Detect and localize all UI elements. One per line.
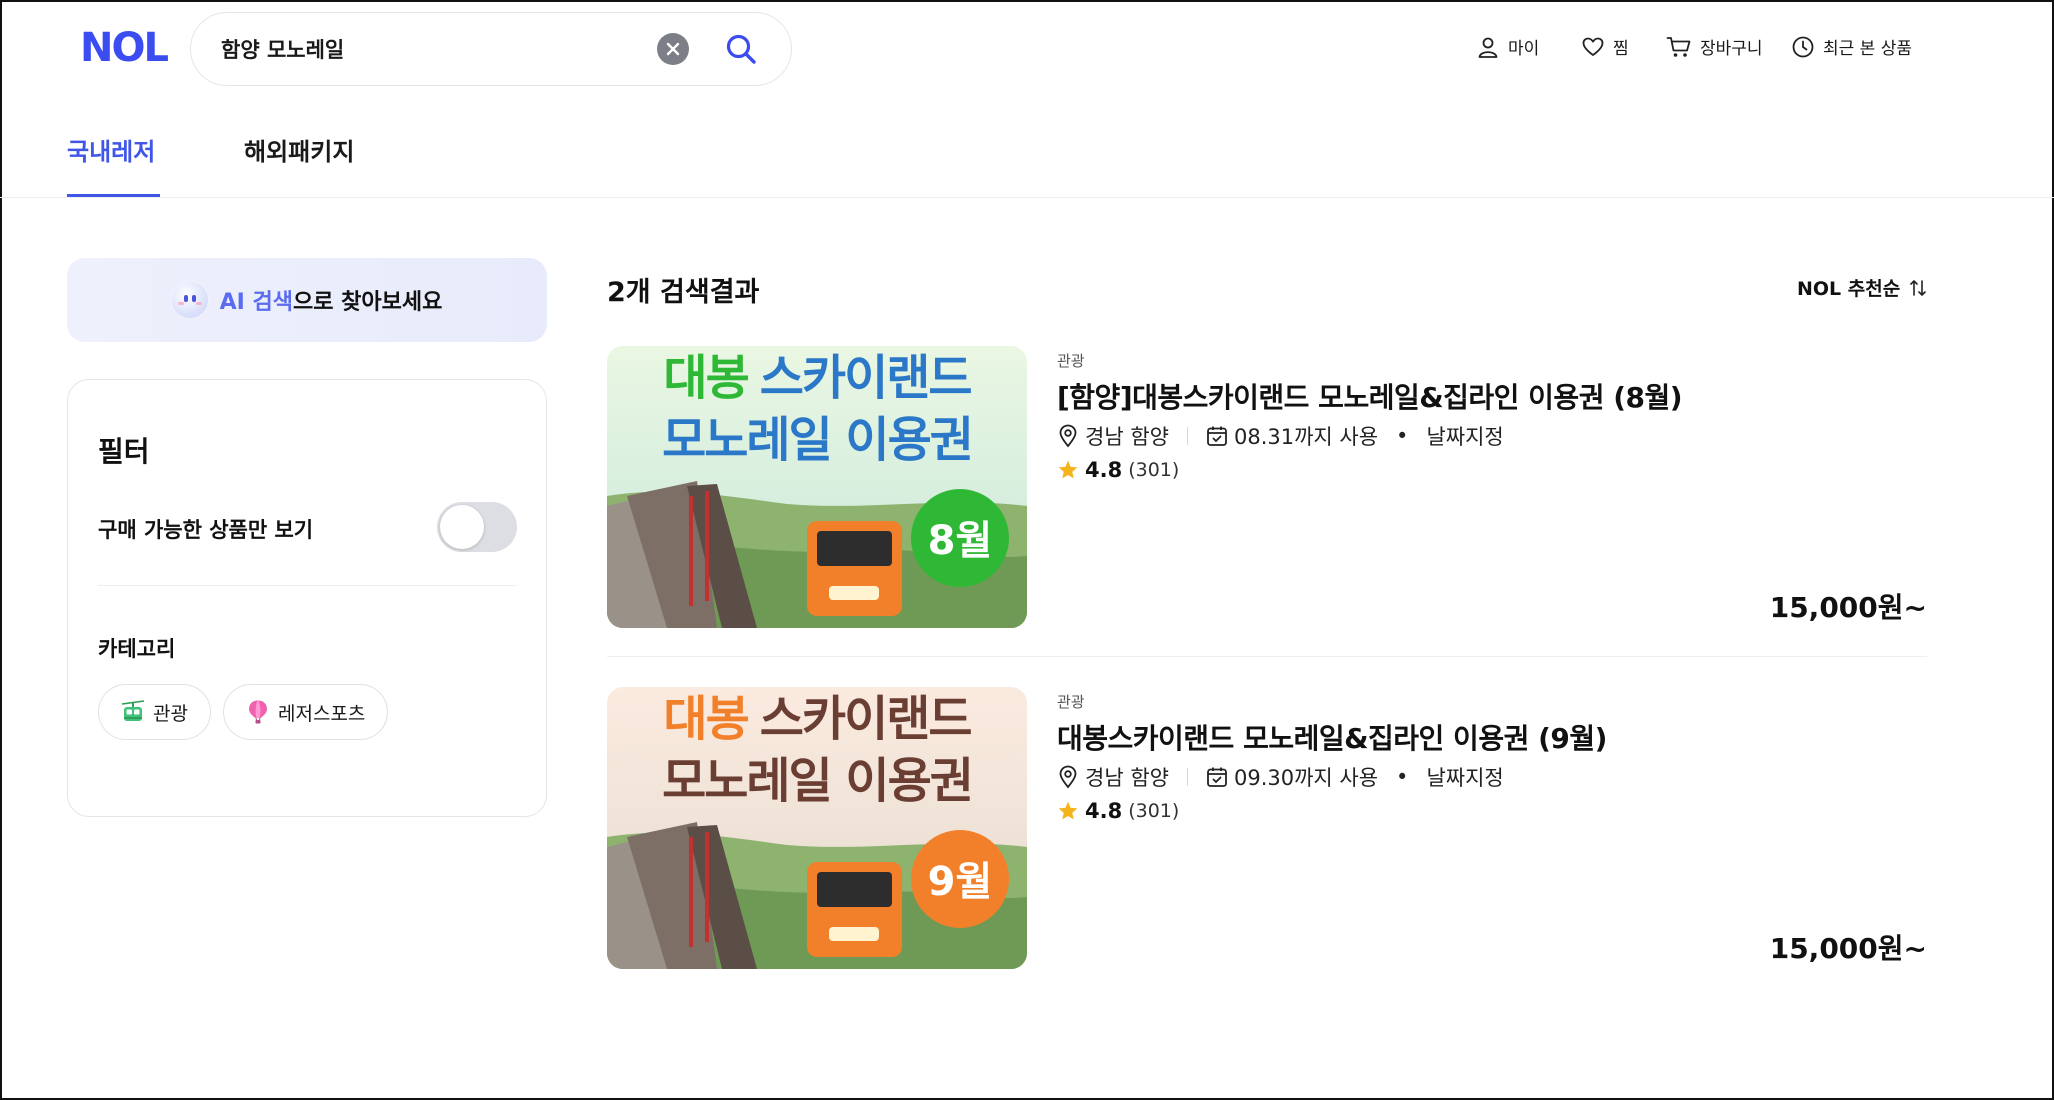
thumb-line1-a: 대봉: [663, 691, 748, 747]
product-date-type: 날짜지정: [1426, 766, 1504, 790]
product-date-type: 날짜지정: [1426, 425, 1504, 449]
product-price: 15,000원~: [1769, 591, 1927, 624]
star-icon: [1058, 801, 1078, 820]
calendar-check-icon: [1207, 767, 1227, 787]
product-category: 관광: [1057, 352, 1085, 370]
product-title[interactable]: [함양]대봉스카이랜드 모노레일&집라인 이용권 (8월): [1057, 376, 1683, 416]
nav-wishlist[interactable]: 찜: [1581, 34, 1629, 59]
product-image: 대봉 스카이랜드 모노레일 이용권 9월: [607, 687, 1027, 969]
category-chip-label: 레저스포츠: [278, 702, 366, 725]
card-divider: [607, 656, 1927, 657]
product-meta: 경남 함양 09.30까지 사용 • 날짜지정: [1057, 762, 1504, 792]
ai-character-icon: [171, 282, 208, 318]
available-only-toggle[interactable]: [437, 502, 517, 552]
user-icon: [1478, 37, 1498, 58]
product-card[interactable]: 대봉 스카이랜드 모노레일 이용권 8월 관광 [함양]대봉스카이랜드 모노레일&…: [607, 346, 1927, 628]
nav-recent[interactable]: 최근 본 상품: [1791, 34, 1912, 59]
rating-score: 4.8: [1085, 458, 1123, 482]
product-rating: 4.8 (301): [1057, 458, 1179, 482]
result-count: 2개 검색결과: [607, 277, 760, 308]
filter-divider: [98, 585, 517, 586]
toggle-knob: [440, 505, 484, 549]
location-pin-icon: [1059, 424, 1077, 448]
product-card[interactable]: 대봉 스카이랜드 모노레일 이용권 9월 관광 대봉스카이랜드 모노레일&집라인 …: [607, 687, 1927, 969]
search-icon: [726, 34, 756, 64]
product-rating: 4.8 (301): [1057, 799, 1179, 823]
location-pin-icon: [1059, 765, 1077, 789]
search-button[interactable]: [721, 29, 761, 69]
calendar-check-icon: [1207, 426, 1227, 446]
category-chip-label: 관광: [153, 702, 188, 725]
search-input[interactable]: [221, 37, 621, 61]
filter-title: 필터: [98, 435, 150, 468]
clear-search-button[interactable]: [657, 33, 689, 65]
search-bar[interactable]: [190, 12, 792, 86]
thumb-line1-a: 대봉: [663, 350, 748, 406]
thumb-month-badge: 9월: [928, 859, 993, 905]
product-location: 경남 함양: [1085, 766, 1169, 790]
thumb-line1: 대봉 스카이랜드: [663, 691, 971, 747]
nav-recent-label: 최근 본 상품: [1823, 39, 1913, 59]
cart-icon: [1666, 36, 1691, 57]
tab-domestic-leisure[interactable]: 국내레저: [67, 132, 155, 167]
product-category: 관광: [1057, 693, 1085, 711]
ai-banner-highlight: AI 검색: [219, 290, 293, 315]
star-icon: [1058, 460, 1078, 479]
nav-cart[interactable]: 장바구니: [1666, 34, 1763, 59]
thumb-line2: 모노레일 이용권: [662, 412, 972, 468]
nav-wishlist-label: 찜: [1613, 39, 1629, 59]
heart-icon: [1582, 37, 1604, 56]
sort-arrows-icon: [1910, 279, 1927, 296]
product-price: 15,000원~: [1769, 932, 1927, 965]
clock-icon: [1792, 36, 1814, 57]
cable-car-icon: [121, 700, 145, 721]
sort-label: NOL 추천순: [1797, 278, 1901, 300]
product-validity: 08.31까지 사용: [1233, 425, 1379, 449]
ai-banner-rest: 으로 찾아보세요: [293, 290, 443, 315]
category-title: 카테고리: [98, 637, 176, 661]
meta-dot: •: [1396, 765, 1409, 789]
thumb-month-badge: 8월: [928, 518, 993, 564]
nol-logo[interactable]: NOL: [80, 25, 169, 71]
product-location: 경남 함양: [1085, 425, 1169, 449]
product-image: 대봉 스카이랜드 모노레일 이용권 8월: [607, 346, 1027, 628]
product-validity: 09.30까지 사용: [1233, 766, 1379, 790]
meta-dot: •: [1396, 424, 1409, 448]
category-chip-leisure-sports[interactable]: 레저스포츠: [223, 684, 389, 740]
review-count: (301): [1128, 800, 1180, 822]
product-title[interactable]: 대봉스카이랜드 모노레일&집라인 이용권 (9월): [1057, 717, 1607, 757]
product-meta: 경남 함양 08.31까지 사용 • 날짜지정: [1057, 421, 1504, 451]
ai-banner-text: AI 검색으로 찾아보세요: [220, 284, 443, 316]
meta-separator: [1186, 768, 1188, 786]
thumb-line1: 대봉 스카이랜드: [663, 350, 971, 406]
ai-search-banner[interactable]: AI 검색으로 찾아보세요: [67, 258, 547, 342]
product-thumbnail[interactable]: 대봉 스카이랜드 모노레일 이용권 9월: [607, 687, 1027, 969]
hot-air-balloon-icon: [249, 700, 267, 724]
thumb-line1-b: 스카이랜드: [760, 350, 972, 406]
tab-overseas-package[interactable]: 해외패키지: [244, 132, 354, 167]
thumb-line2: 모노레일 이용권: [662, 753, 972, 809]
nav-my[interactable]: 마이: [1476, 34, 1539, 59]
review-count: (301): [1128, 459, 1180, 481]
nav-cart-label: 장바구니: [1700, 39, 1763, 59]
sort-dropdown[interactable]: NOL 추천순: [1797, 274, 1928, 301]
close-icon: [666, 42, 680, 56]
rating-score: 4.8: [1085, 799, 1123, 823]
nav-my-label: 마이: [1508, 39, 1540, 59]
category-chip-sightseeing[interactable]: 관광: [98, 684, 211, 740]
tab-divider: [0, 197, 2054, 198]
meta-separator: [1186, 427, 1188, 445]
thumb-line1-b: 스카이랜드: [760, 691, 972, 747]
available-only-label: 구매 가능한 상품만 보기: [98, 518, 314, 542]
product-thumbnail[interactable]: 대봉 스카이랜드 모노레일 이용권 8월: [607, 346, 1027, 628]
filter-panel: 필터 구매 가능한 상품만 보기 카테고리 관광 레저스포츠: [67, 379, 547, 817]
